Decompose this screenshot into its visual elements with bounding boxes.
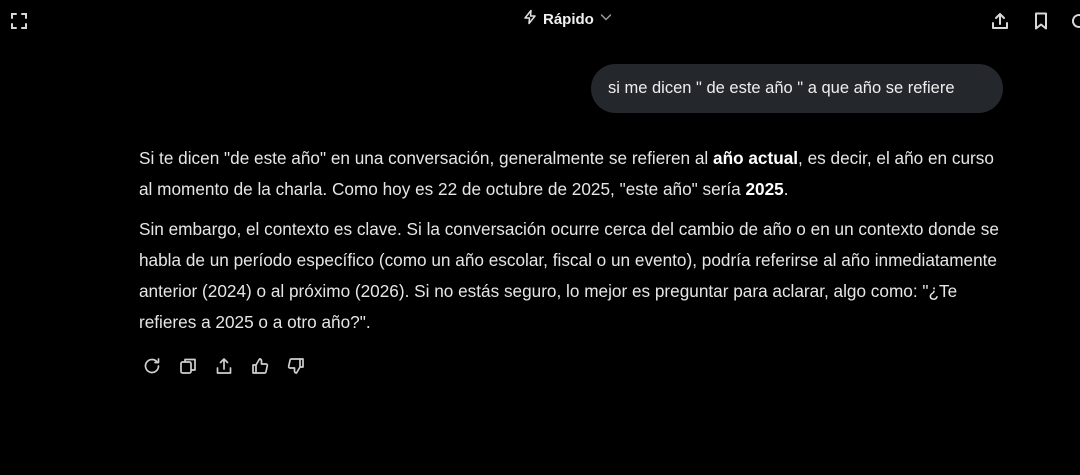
model-label: Rápido <box>543 10 594 28</box>
user-message-text: si me dicen " de este año " a que año se… <box>608 79 955 97</box>
model-selector[interactable]: Rápido <box>522 6 613 32</box>
copy-icon[interactable] <box>177 355 199 377</box>
thumbs-up-icon[interactable] <box>249 355 271 377</box>
response-paragraph-1: Si te dicen "de este año" en una convers… <box>139 143 1009 205</box>
response-paragraph-2: Sin embargo, el contexto es clave. Si la… <box>139 219 999 332</box>
response-text: . <box>783 179 789 199</box>
response-bold-text: 2025 <box>745 179 784 199</box>
bolt-icon <box>522 9 538 30</box>
share-upload-icon[interactable] <box>987 8 1013 34</box>
response-text: Si te dicen "de este año" en una convers… <box>139 148 714 168</box>
expand-icon[interactable] <box>6 8 32 34</box>
chevron-down-icon <box>599 10 613 29</box>
chat-page: Rápido si me dicen " de este año " a que… <box>0 0 1080 475</box>
share-icon[interactable] <box>213 355 235 377</box>
response-actions <box>141 354 307 378</box>
user-message-bubble: si me dicen " de este año " a que año se… <box>591 64 1003 113</box>
bookmark-icon[interactable] <box>1028 8 1054 34</box>
regenerate-icon[interactable] <box>141 355 163 377</box>
assistant-response: Si te dicen "de este año" en una convers… <box>139 143 1009 347</box>
response-bold-text: año actual <box>713 148 799 168</box>
refresh-icon[interactable] <box>1066 8 1080 34</box>
thumbs-down-icon[interactable] <box>285 355 307 377</box>
